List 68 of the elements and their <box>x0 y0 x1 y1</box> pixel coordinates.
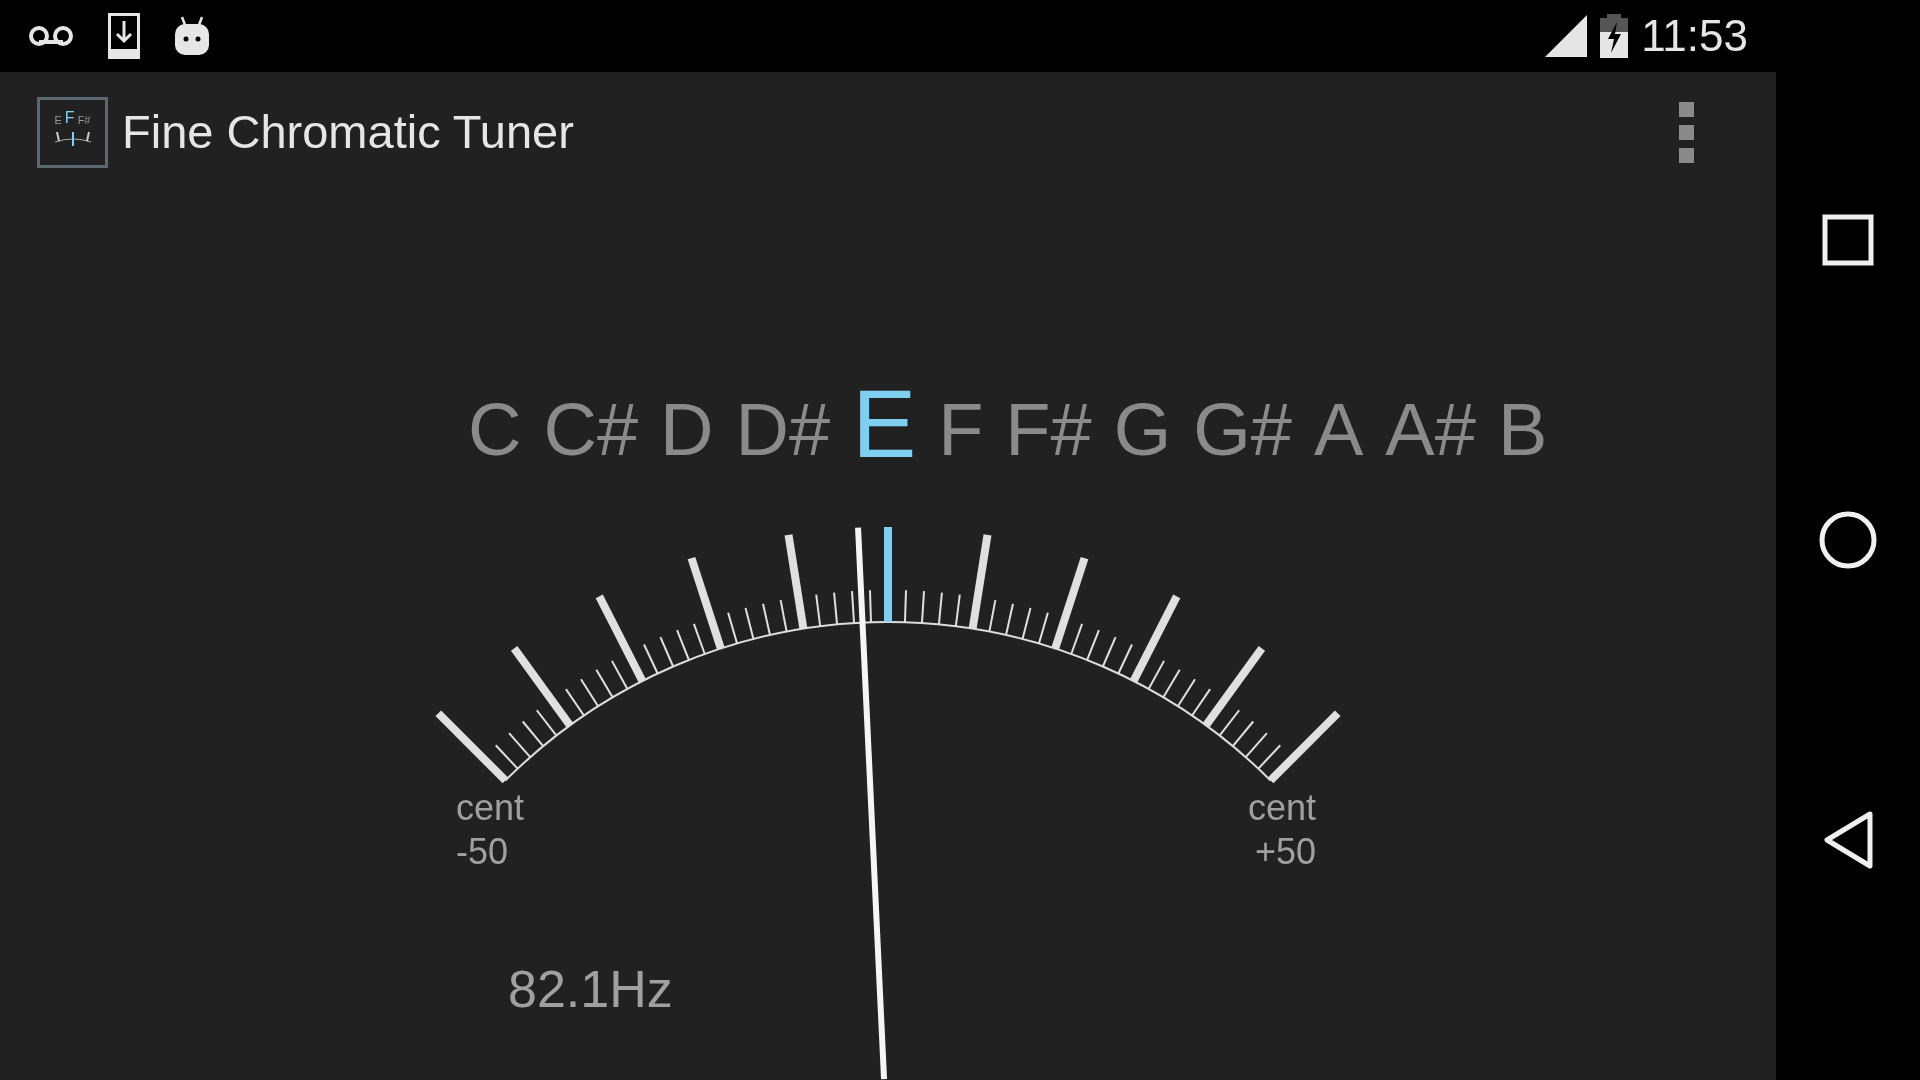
minor-tick <box>1037 611 1049 645</box>
minor-tick <box>1176 678 1197 708</box>
min-cent-label: cent -50 <box>456 786 525 874</box>
minor-tick <box>1070 622 1084 655</box>
max-cent-label: cent +50 <box>1248 786 1317 874</box>
signal-icon <box>1545 15 1588 57</box>
minor-tick <box>1117 643 1133 675</box>
minor-tick <box>1257 744 1282 770</box>
download-icon <box>108 13 140 59</box>
back-button[interactable] <box>1822 810 1874 870</box>
recents-button[interactable] <box>1822 214 1874 266</box>
minor-tick <box>659 636 675 668</box>
minor-tick <box>1086 629 1100 661</box>
minor-tick <box>815 593 822 628</box>
minor-tick <box>595 668 614 699</box>
minor-tick <box>851 590 856 625</box>
minor-tick <box>535 709 558 737</box>
note-label: F# <box>1005 387 1092 473</box>
minor-tick <box>727 611 739 645</box>
note-label: C# <box>543 387 639 473</box>
clock-time: 11:53 <box>1641 10 1748 62</box>
app-title: Fine Chromatic Tuner <box>122 103 574 160</box>
note-label: D# <box>735 387 831 473</box>
minor-tick <box>1218 709 1241 737</box>
minor-tick <box>508 732 532 759</box>
icon-note-label: F <box>64 109 75 126</box>
minor-tick <box>564 688 585 717</box>
note-label: D <box>660 387 714 473</box>
note-label: C <box>468 387 522 473</box>
minor-tick <box>610 659 629 690</box>
minor-tick <box>1021 607 1032 640</box>
icon-note-label: F# <box>77 113 91 126</box>
home-button[interactable] <box>1819 511 1877 569</box>
minor-tick <box>1005 602 1014 637</box>
minor-tick <box>954 593 961 628</box>
minor-tick <box>1231 720 1255 748</box>
note-label: G <box>1113 387 1172 473</box>
minor-tick <box>920 590 925 625</box>
minor-tick <box>762 602 771 637</box>
minor-tick <box>988 599 997 633</box>
note-label: A <box>1314 387 1364 473</box>
frequency-reading: 82.1Hz <box>508 959 673 1020</box>
minor-tick <box>744 607 755 640</box>
minor-tick <box>869 589 872 624</box>
minor-tick <box>1147 659 1166 690</box>
note-label: G# <box>1193 387 1292 473</box>
minor-tick <box>521 720 545 748</box>
minor-tick <box>779 599 788 633</box>
minor-tick <box>579 678 600 708</box>
minor-tick <box>833 591 839 626</box>
minor-tick <box>937 591 943 626</box>
minor-tick <box>643 643 659 675</box>
minor-tick <box>1101 636 1117 668</box>
note-label: F <box>938 387 984 473</box>
minor-tick <box>1162 668 1181 699</box>
minor-tick <box>1244 732 1268 759</box>
minor-tick <box>692 622 706 655</box>
minor-tick <box>494 744 519 770</box>
voicemail-icon <box>28 25 74 47</box>
battery-charging-icon <box>1599 14 1630 58</box>
android-icon <box>174 15 210 57</box>
minor-tick <box>676 629 690 661</box>
icon-note-label: E <box>54 113 62 126</box>
minor-tick <box>1191 688 1212 717</box>
note-label: A# <box>1385 387 1476 473</box>
minor-tick <box>904 589 907 624</box>
note-label: B <box>1497 387 1548 473</box>
note-label: E <box>852 374 917 474</box>
